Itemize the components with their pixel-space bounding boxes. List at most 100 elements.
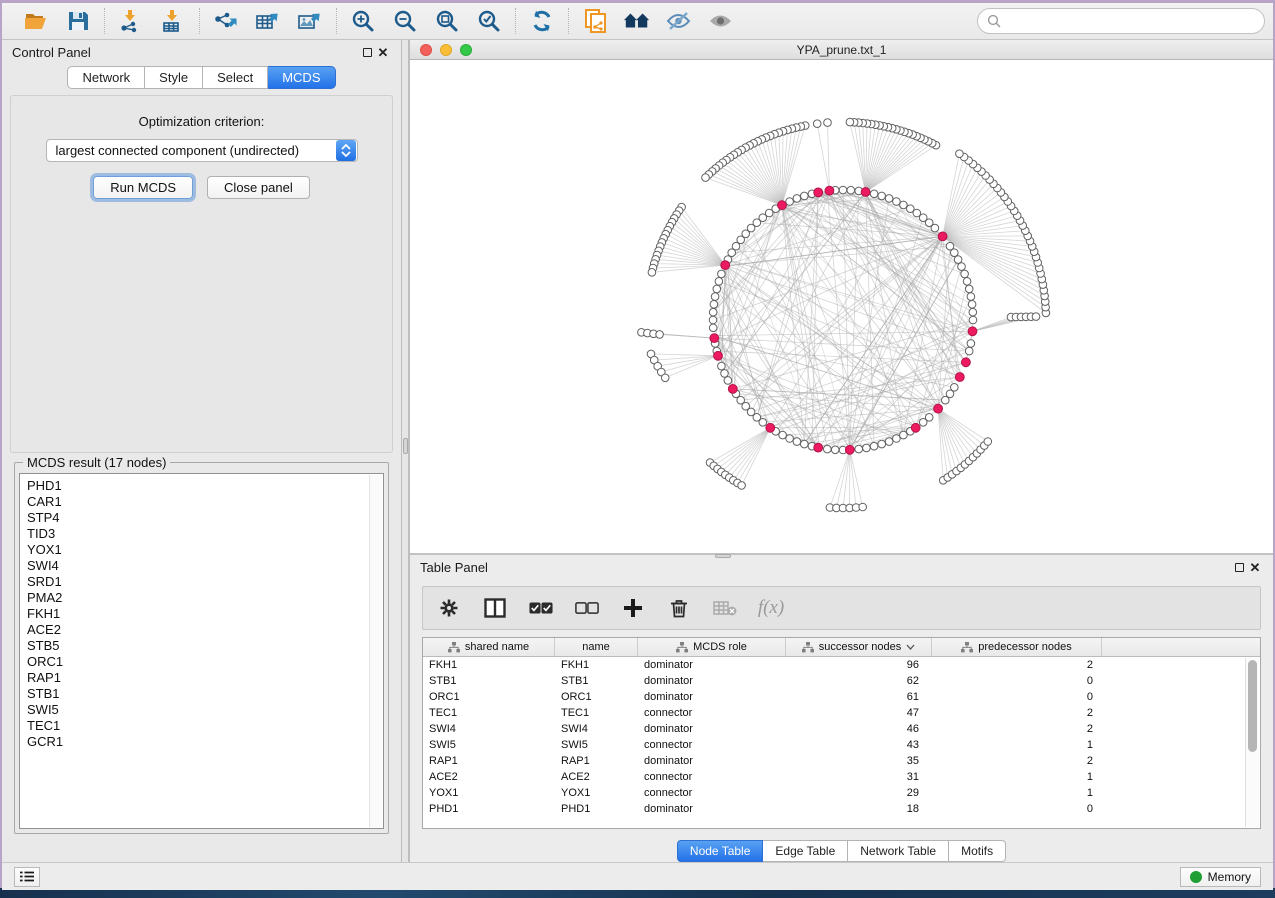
- cell-name[interactable]: PHD1: [555, 803, 638, 815]
- zoom-out-icon[interactable]: [391, 8, 419, 34]
- cell-mcds-role[interactable]: dominator: [638, 723, 786, 735]
- cell-name[interactable]: ORC1: [555, 691, 638, 703]
- cell-shared-name[interactable]: ORC1: [423, 691, 555, 703]
- tab-network-table[interactable]: Network Table: [848, 840, 949, 862]
- zoom-in-icon[interactable]: [349, 8, 377, 34]
- table-row[interactable]: TEC1 TEC1 connector 47 2: [423, 705, 1260, 721]
- mcds-result-item[interactable]: FKH1: [27, 606, 383, 622]
- cell-predecessor-nodes[interactable]: 1: [932, 787, 1102, 799]
- close-panel-icon[interactable]: ✕: [375, 44, 391, 60]
- cell-name[interactable]: RAP1: [555, 755, 638, 767]
- table-row[interactable]: ORC1 ORC1 dominator 61 0: [423, 689, 1260, 705]
- cell-successor-nodes[interactable]: 46: [786, 723, 932, 735]
- table-scrollbar-thumb[interactable]: [1248, 660, 1257, 752]
- delete-table-icon[interactable]: [713, 596, 737, 620]
- cell-predecessor-nodes[interactable]: 0: [932, 675, 1102, 687]
- mcds-result-item[interactable]: PMA2: [27, 590, 383, 606]
- cell-shared-name[interactable]: SWI5: [423, 739, 555, 751]
- cell-name[interactable]: YOX1: [555, 787, 638, 799]
- mcds-result-item[interactable]: YOX1: [27, 542, 383, 558]
- split-panel-icon[interactable]: [483, 596, 507, 620]
- cell-predecessor-nodes[interactable]: 2: [932, 659, 1102, 671]
- import-table-icon[interactable]: [159, 8, 187, 34]
- cell-mcds-role[interactable]: connector: [638, 771, 786, 783]
- import-network-icon[interactable]: [117, 8, 145, 34]
- column-settings-icon[interactable]: [437, 596, 461, 620]
- table-row[interactable]: SWI4 SWI4 dominator 46 2: [423, 721, 1260, 737]
- tab-network[interactable]: Network: [67, 66, 145, 89]
- column-header-mcds-role[interactable]: MCDS role: [638, 638, 786, 656]
- close-panel-icon[interactable]: ✕: [1247, 559, 1263, 575]
- cell-mcds-role[interactable]: dominator: [638, 659, 786, 671]
- tab-mcds[interactable]: MCDS: [268, 66, 335, 89]
- cell-shared-name[interactable]: SWI4: [423, 723, 555, 735]
- delete-column-icon[interactable]: [667, 596, 691, 620]
- cell-mcds-role[interactable]: dominator: [638, 755, 786, 767]
- cell-predecessor-nodes[interactable]: 0: [932, 691, 1102, 703]
- first-neighbors-icon[interactable]: [623, 8, 651, 34]
- network-canvas[interactable]: [410, 60, 1273, 553]
- mcds-result-item[interactable]: STB1: [27, 686, 383, 702]
- add-column-icon[interactable]: [621, 596, 645, 620]
- close-panel-button[interactable]: Close panel: [207, 176, 310, 199]
- vertical-splitter[interactable]: [401, 40, 409, 862]
- mcds-result-item[interactable]: TEC1: [27, 718, 383, 734]
- optimization-criterion-select[interactable]: largest connected component (undirected): [46, 139, 358, 162]
- network-graph[interactable]: [410, 60, 1273, 552]
- cell-name[interactable]: SWI4: [555, 723, 638, 735]
- cell-successor-nodes[interactable]: 18: [786, 803, 932, 815]
- tab-select[interactable]: Select: [203, 66, 268, 89]
- cell-successor-nodes[interactable]: 61: [786, 691, 932, 703]
- export-image-icon[interactable]: [296, 8, 324, 34]
- cell-mcds-role[interactable]: connector: [638, 787, 786, 799]
- table-scrollbar[interactable]: [1245, 658, 1259, 827]
- node-table[interactable]: shared name name MCDS role: [422, 637, 1261, 829]
- mcds-result-item[interactable]: SWI4: [27, 558, 383, 574]
- cell-predecessor-nodes[interactable]: 2: [932, 707, 1102, 719]
- table-row[interactable]: SWI5 SWI5 connector 43 1: [423, 737, 1260, 753]
- column-header-successor-nodes[interactable]: successor nodes: [786, 638, 932, 656]
- table-row[interactable]: PHD1 PHD1 dominator 18 0: [423, 801, 1260, 817]
- column-header-name[interactable]: name: [555, 638, 638, 656]
- cell-predecessor-nodes[interactable]: 0: [932, 803, 1102, 815]
- export-table-icon[interactable]: [254, 8, 282, 34]
- tab-motifs[interactable]: Motifs: [949, 840, 1006, 862]
- mcds-result-item[interactable]: GCR1: [27, 734, 383, 750]
- export-network-icon[interactable]: [212, 8, 240, 34]
- cell-predecessor-nodes[interactable]: 2: [932, 723, 1102, 735]
- mcds-result-item[interactable]: ORC1: [27, 654, 383, 670]
- hide-graphics-details-icon[interactable]: [665, 8, 693, 34]
- cell-successor-nodes[interactable]: 47: [786, 707, 932, 719]
- cell-mcds-role[interactable]: dominator: [638, 691, 786, 703]
- float-panel-icon[interactable]: [1231, 559, 1247, 575]
- mcds-result-item[interactable]: CAR1: [27, 494, 383, 510]
- cell-shared-name[interactable]: FKH1: [423, 659, 555, 671]
- table-row[interactable]: STB1 STB1 dominator 62 0: [423, 673, 1260, 689]
- cell-successor-nodes[interactable]: 29: [786, 787, 932, 799]
- open-session-icon[interactable]: [22, 8, 50, 34]
- splitter-grip[interactable]: [403, 438, 408, 454]
- cell-predecessor-nodes[interactable]: 2: [932, 755, 1102, 767]
- cell-name[interactable]: SWI5: [555, 739, 638, 751]
- mcds-result-item[interactable]: ACE2: [27, 622, 383, 638]
- splitter-grip[interactable]: [715, 554, 731, 558]
- cell-name[interactable]: TEC1: [555, 707, 638, 719]
- list-scrollbar[interactable]: [369, 475, 382, 827]
- mcds-result-item[interactable]: STP4: [27, 510, 383, 526]
- mcds-result-item[interactable]: RAP1: [27, 670, 383, 686]
- memory-button[interactable]: Memory: [1180, 867, 1261, 887]
- cell-successor-nodes[interactable]: 31: [786, 771, 932, 783]
- column-header-shared-name[interactable]: shared name: [423, 638, 555, 656]
- mcds-result-item[interactable]: TID3: [27, 526, 383, 542]
- cell-predecessor-nodes[interactable]: 1: [932, 771, 1102, 783]
- function-builder-icon[interactable]: f(x): [759, 596, 783, 620]
- cell-mcds-role[interactable]: dominator: [638, 803, 786, 815]
- mcds-result-item[interactable]: PHD1: [27, 478, 383, 494]
- cell-mcds-role[interactable]: connector: [638, 707, 786, 719]
- cell-shared-name[interactable]: STB1: [423, 675, 555, 687]
- show-graphics-details-icon[interactable]: [707, 8, 735, 34]
- mcds-result-item[interactable]: SRD1: [27, 574, 383, 590]
- cell-shared-name[interactable]: YOX1: [423, 787, 555, 799]
- table-row[interactable]: ACE2 ACE2 connector 31 1: [423, 769, 1260, 785]
- network-window-titlebar[interactable]: YPA_prune.txt_1: [410, 40, 1273, 60]
